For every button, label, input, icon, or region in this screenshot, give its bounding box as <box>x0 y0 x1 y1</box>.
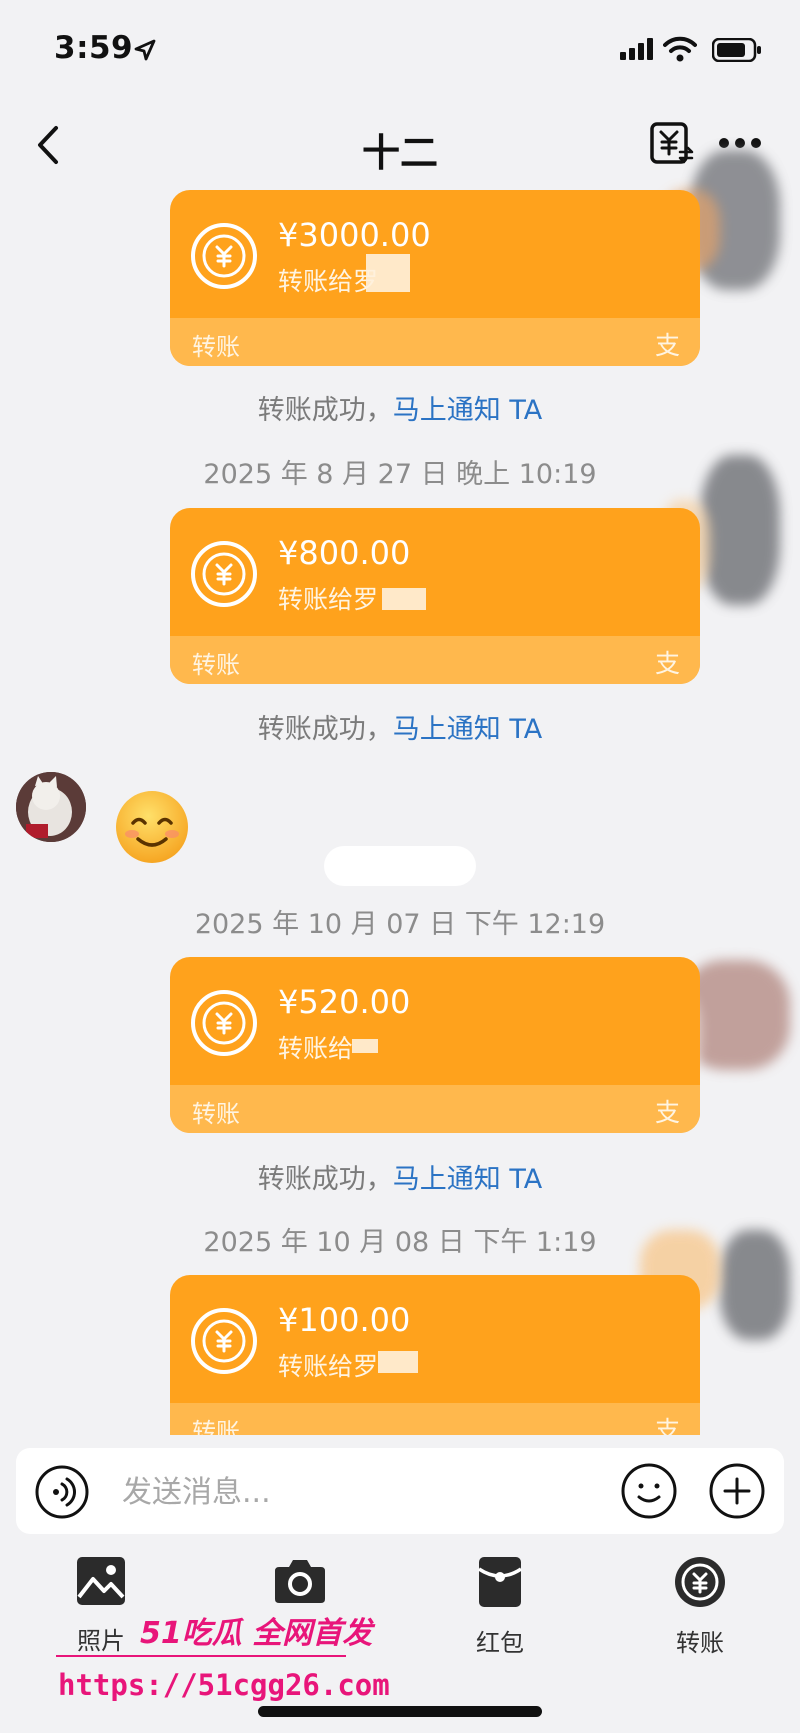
timestamp: 2025 年 10 月 07 日 下午 12:19 <box>194 909 606 940</box>
home-indicator <box>258 1706 542 1717</box>
camera-icon <box>275 1560 325 1603</box>
transfer-card-body: ¥800.00 转账给罗 <box>170 508 700 636</box>
alipay-badge: 支 <box>654 1098 680 1127</box>
transfer-success-notice: 转账成功，马上通知 TA <box>0 388 800 427</box>
transfer-card-footer: 转账 支 <box>170 1403 700 1435</box>
message-input[interactable] <box>120 1468 624 1516</box>
transfer-card-body: ¥520.00 转账给 <box>170 957 700 1085</box>
notify-ta-link[interactable]: 马上通知 TA <box>393 395 542 426</box>
more-actions-plus-icon[interactable] <box>708 1462 766 1520</box>
toolbar-red-packet[interactable]: 红包 <box>440 1555 560 1658</box>
notice-text: 转账成功， <box>257 714 393 745</box>
location-arrow-icon <box>134 39 156 61</box>
notify-ta-link[interactable]: 马上通知 TA <box>393 714 542 745</box>
watermark-underline <box>56 1655 346 1657</box>
timestamp: 2025 年 8 月 27 日 晚上 10:19 <box>203 459 597 490</box>
wifi-icon <box>663 36 697 62</box>
transfer-card-body: ¥100.00 转账给罗 <box>170 1275 700 1403</box>
battery-icon <box>712 38 761 62</box>
mosaic-censor <box>382 588 426 610</box>
transfer-amount: ¥800.00 <box>278 534 411 572</box>
transfer-success-notice: 转账成功，马上通知 TA <box>0 707 800 746</box>
chat-header: 十二 <box>0 110 800 180</box>
more-dots-icon[interactable] <box>718 136 762 150</box>
contact-avatar[interactable] <box>16 772 86 842</box>
mosaic-censor <box>378 1351 418 1373</box>
alipay-badge: 支 <box>654 331 680 360</box>
toolbar-transfer[interactable]: 转账 <box>640 1555 760 1658</box>
transfer-label: 转账 <box>192 1100 240 1128</box>
blank-message-bubble <box>324 846 476 886</box>
transfer-description: 转账给 <box>278 1034 354 1063</box>
transfer-amount: ¥520.00 <box>278 983 411 1021</box>
transfer-label: 转账 <box>192 651 240 679</box>
transfer-label: 转账 <box>192 1418 240 1435</box>
yuan-transfer-icon[interactable] <box>648 120 696 168</box>
cellular-signal-icon <box>620 38 653 60</box>
transfer-card[interactable]: ¥520.00 转账给 转账 支 <box>170 957 700 1133</box>
timestamp: 2025 年 10 月 08 日 下午 1:19 <box>203 1227 597 1258</box>
transfer-card[interactable]: ¥3000.00 转账给罗 转账 支 <box>170 190 700 366</box>
watermark-title: 51吃瓜 全网首发 <box>140 1616 373 1651</box>
toolbar-label: 红包 <box>476 1629 524 1657</box>
smiling-emoji-icon <box>116 791 188 863</box>
transfer-amount: ¥3000.00 <box>278 216 431 254</box>
alipay-badge: 支 <box>654 1416 680 1435</box>
yuan-circle-icon <box>191 223 257 289</box>
notify-ta-link[interactable]: 马上通知 TA <box>393 1164 542 1195</box>
transfer-card-body: ¥3000.00 转账给罗 <box>170 190 700 318</box>
emoji-picker-icon[interactable] <box>620 1462 678 1520</box>
transfer-card-footer: 转账 支 <box>170 318 700 366</box>
transfer-card-footer: 转账 支 <box>170 1085 700 1133</box>
transfer-description: 转账给罗 <box>278 267 379 296</box>
yuan-circle-icon <box>191 1308 257 1374</box>
status-bar: 3:59 <box>0 0 800 100</box>
transfer-card[interactable]: ¥100.00 转账给罗 转账 支 <box>170 1275 700 1435</box>
transfer-card[interactable]: ¥800.00 转账给罗 转账 支 <box>170 508 700 684</box>
mosaic-censor <box>352 1039 378 1053</box>
transfer-label: 转账 <box>192 333 240 361</box>
transfer-amount: ¥100.00 <box>278 1301 411 1339</box>
alipay-badge: 支 <box>654 649 680 678</box>
transfer-description: 转账给罗 <box>278 1352 379 1381</box>
transfer-icon <box>675 1557 725 1607</box>
red-packet-icon <box>478 1557 522 1607</box>
yuan-circle-icon <box>191 990 257 1056</box>
notice-text: 转账成功， <box>257 1164 393 1195</box>
status-time: 3:59 <box>54 30 134 66</box>
yuan-circle-icon <box>191 541 257 607</box>
transfer-success-notice: 转账成功，马上通知 TA <box>0 1157 800 1196</box>
watermark-url: https://51cgg26.com <box>58 1668 390 1702</box>
notice-text: 转账成功， <box>257 395 393 426</box>
transfer-description: 转账给罗 <box>278 585 379 614</box>
transfer-card-footer: 转账 支 <box>170 636 700 684</box>
toolbar-label: 转账 <box>676 1629 724 1657</box>
photo-icon <box>77 1557 125 1605</box>
cat-avatar-image <box>16 772 86 842</box>
voice-input-icon[interactable] <box>34 1464 90 1520</box>
mosaic-censor <box>366 254 410 292</box>
message-input-bar <box>16 1448 784 1534</box>
